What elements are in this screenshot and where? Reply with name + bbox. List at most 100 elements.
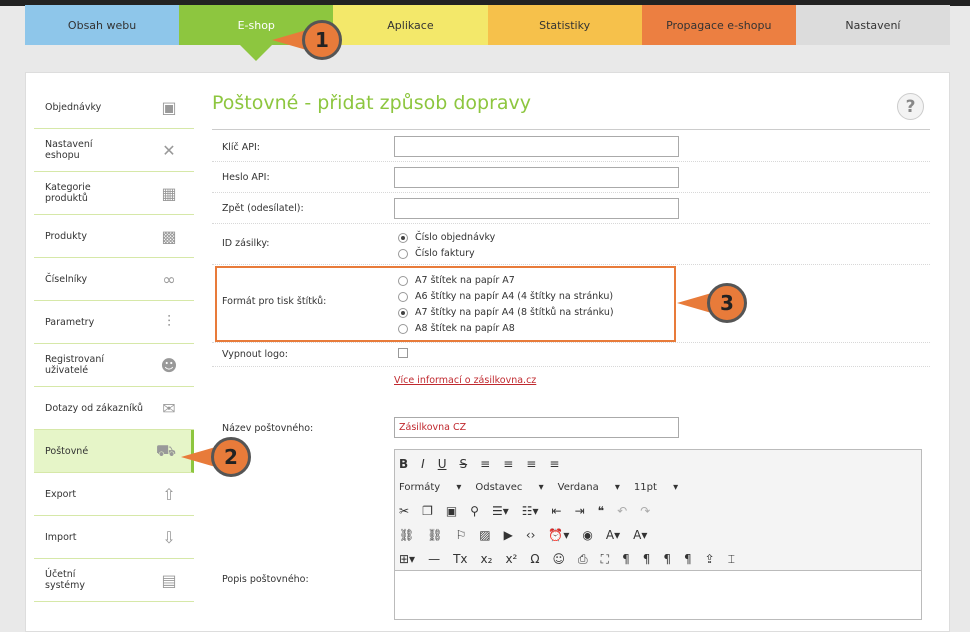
blockquote-icon[interactable]: ❝: [598, 504, 604, 518]
outdent-icon[interactable]: ⇤: [552, 504, 562, 518]
help-icon[interactable]: ?: [897, 93, 924, 120]
radio-button[interactable]: [398, 248, 408, 259]
sidebar-item-kategorie[interactable]: Kategorie produktů ▦: [34, 172, 194, 215]
sliders-icon: ⫶: [166, 312, 171, 331]
sidebar-item-label: Produkty: [45, 230, 87, 242]
tab-obsah-webu[interactable]: Obsah webu: [25, 5, 180, 45]
formats-dropdown[interactable]: Formáty ▾: [399, 482, 461, 493]
page-break-icon[interactable]: ⌶: [728, 552, 735, 567]
undo-icon[interactable]: ↶: [617, 504, 627, 518]
radio-cislo-faktury[interactable]: Číslo faktury: [398, 248, 475, 259]
anchor-icon[interactable]: ⚐: [455, 528, 466, 542]
ltr-icon[interactable]: ¶: [622, 552, 630, 566]
clear-format-icon[interactable]: Tx: [453, 552, 467, 566]
italic-icon[interactable]: I: [421, 457, 425, 471]
sidebar-item-label: Číselníky: [45, 273, 88, 285]
more-info-link[interactable]: Více informací o zásilkovna.cz: [394, 375, 536, 386]
tools-icon: ✕: [162, 140, 176, 160]
sidebar-item-export[interactable]: Export ⇧: [34, 473, 194, 516]
special-char-icon[interactable]: Ω: [530, 552, 539, 566]
form-row-api-key: Klíč API:: [212, 131, 930, 162]
font-label: Verdana: [557, 481, 599, 493]
tab-nastaveni[interactable]: Nastavení: [795, 5, 951, 45]
code-icon[interactable]: ‹›: [526, 528, 536, 542]
radio-button[interactable]: [398, 232, 408, 243]
sender-input[interactable]: [394, 198, 679, 219]
clipboard-icon: ▣: [161, 97, 177, 117]
superscript-icon[interactable]: x²: [505, 552, 517, 566]
paste-icon[interactable]: ▣: [446, 504, 457, 518]
sidebar-item-nastaveni-eshopu[interactable]: Nastavení eshopu ✕: [34, 129, 194, 172]
horizontal-rule-icon[interactable]: —: [428, 552, 440, 566]
sidebar-item-parametry[interactable]: Parametry ⫶: [34, 301, 194, 344]
callout-number: 1: [302, 20, 342, 60]
align-left-icon[interactable]: ≡: [480, 457, 490, 471]
numbered-list-icon[interactable]: ☷▾: [522, 504, 539, 518]
background-color-icon[interactable]: A▾: [633, 528, 647, 542]
font-dropdown[interactable]: Verdana ▾: [558, 482, 620, 493]
sidebar-item-import[interactable]: Import ⇩: [34, 516, 194, 559]
upload-icon[interactable]: ⇪: [705, 552, 715, 566]
show-blocks-icon[interactable]: ¶: [663, 552, 671, 566]
indent-icon[interactable]: ⇥: [575, 504, 585, 518]
text-color-icon[interactable]: A▾: [606, 528, 620, 542]
copy-icon[interactable]: ❐: [422, 504, 433, 518]
strikethrough-icon[interactable]: S: [460, 457, 468, 471]
form-row-sender: Zpět (odesílatel):: [212, 193, 930, 224]
tab-propagace[interactable]: Propagace e-shopu: [641, 5, 796, 45]
time-icon[interactable]: ⏰▾: [548, 528, 569, 542]
cut-icon[interactable]: ✂: [399, 504, 409, 518]
rtl-icon[interactable]: ¶: [643, 552, 651, 566]
align-right-icon[interactable]: ≡: [526, 457, 536, 471]
redo-icon[interactable]: ↷: [640, 504, 650, 518]
image-icon[interactable]: ▨: [479, 528, 490, 542]
sidebar-item-ciselniky[interactable]: Číselníky ∞: [34, 258, 194, 301]
editor-toolbar-row-1: B I U S ≡ ≡ ≡ ≡: [399, 453, 572, 475]
upload-icon: ⇧: [162, 484, 176, 504]
logo-checkbox[interactable]: [398, 348, 408, 358]
tab-aplikace[interactable]: Aplikace: [333, 5, 488, 45]
name-input[interactable]: [394, 417, 679, 438]
cubes-icon: ▩: [161, 226, 177, 246]
sidebar-item-label: Parametry: [45, 316, 95, 328]
chat-icon: ✉: [162, 398, 176, 418]
editor-toolbar-row-2: Formáty ▾ Odstavec ▾ Verdana ▾ 11pt ▾: [399, 476, 692, 498]
sidebar-item-dotazy[interactable]: Dotazy od zákazníků ✉: [34, 387, 194, 430]
api-pass-input[interactable]: [394, 167, 679, 188]
subscript-icon[interactable]: x₂: [481, 552, 493, 566]
size-dropdown[interactable]: 11pt ▾: [634, 482, 678, 493]
api-key-label: Klíč API:: [222, 142, 260, 153]
align-justify-icon[interactable]: ≡: [549, 457, 559, 471]
show-invisibles-icon[interactable]: ¶: [684, 552, 692, 566]
fullscreen-icon[interactable]: ⛶: [601, 552, 609, 567]
bold-icon[interactable]: B: [399, 457, 408, 471]
editor-toolbar-row-4: ⛓ ⛓ ⚐ ▨ ▶ ‹› ⏰▾ ◉ A▾ A▾: [399, 524, 660, 546]
api-key-input[interactable]: [394, 136, 679, 157]
radio-cislo-objednavky[interactable]: Číslo objednávky: [398, 232, 495, 243]
editor-content-area[interactable]: [394, 570, 922, 620]
formats-label: Formáty: [399, 481, 441, 493]
emoticon-icon[interactable]: ☺: [553, 552, 566, 566]
sidebar-item-produkty[interactable]: Produkty ▩: [34, 215, 194, 258]
print-icon[interactable]: ⎙: [578, 552, 588, 567]
tab-statistiky[interactable]: Statistiky: [487, 5, 642, 45]
link-icon[interactable]: ⛓: [399, 528, 414, 542]
paragraph-dropdown[interactable]: Odstavec ▾: [475, 482, 543, 493]
preview-icon[interactable]: ◉: [582, 528, 592, 542]
sidebar-item-postovne[interactable]: Poštovné ⛟: [34, 430, 194, 473]
underline-icon[interactable]: U: [438, 457, 447, 471]
bullet-list-icon[interactable]: ☰▾: [492, 504, 509, 518]
id-label: ID zásilky:: [222, 238, 270, 249]
unlink-icon[interactable]: ⛓: [427, 528, 442, 542]
sidebar-item-ucetni[interactable]: Účetní systémy ▤: [34, 559, 194, 602]
sidebar-item-objednavky[interactable]: Objednávky ▣: [34, 86, 194, 129]
sidebar-item-registrovani[interactable]: Registrovaní uživatelé ☻: [34, 344, 194, 387]
binoculars-icon: ∞: [162, 269, 176, 289]
find-icon[interactable]: ⚲: [470, 504, 479, 518]
table-icon[interactable]: ⊞▾: [399, 552, 415, 566]
logo-label: Vypnout logo:: [222, 349, 288, 360]
align-center-icon[interactable]: ≡: [503, 457, 513, 471]
paragraph-label: Odstavec: [475, 481, 523, 493]
sidebar-item-label: Účetní systémy: [45, 569, 85, 591]
media-icon[interactable]: ▶: [504, 528, 513, 542]
